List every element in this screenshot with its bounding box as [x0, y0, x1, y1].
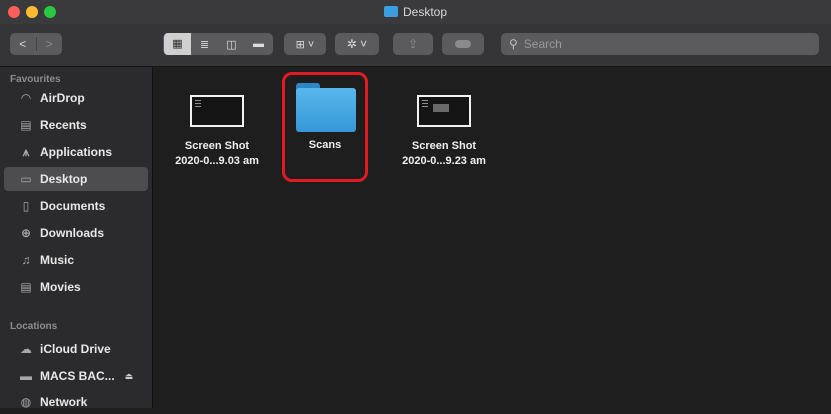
forward-button[interactable]: >	[35, 37, 63, 51]
group-by-button[interactable]: ⊞ ˅	[284, 33, 326, 55]
sidebar-item-label: Network	[40, 395, 88, 409]
folder-icon	[383, 6, 398, 17]
finder-window: Desktop < > ▦ ≣ ◫ ▬ ⊞ ˅ ✲ ˅ ⇪ ⚲ Search F…	[0, 0, 831, 409]
sidebar-heading-favourites: Favourites	[10, 74, 61, 85]
view-mode-control: ▦ ≣ ◫ ▬	[163, 33, 273, 55]
sidebar-item-label: AirDrop	[40, 91, 85, 105]
documents-icon: ▯	[22, 199, 30, 213]
recents-icon: ▤	[20, 118, 32, 132]
file-name: Scans	[308, 139, 342, 151]
file-browser: Screen Shot 2020-0...9.03 am Scans Scree…	[153, 67, 831, 408]
sidebar-item-label: iCloud Drive	[40, 342, 111, 356]
sidebar-item-airdrop[interactable]: ◠ AirDrop	[4, 86, 148, 110]
sidebar-item-icloud-drive[interactable]: ☁ iCloud Drive	[4, 337, 148, 361]
group-by-label: ⊞ ˅	[295, 38, 315, 51]
action-menu-button[interactable]: ✲ ˅	[335, 33, 379, 55]
share-icon: ⇪	[407, 37, 419, 51]
sidebar-item-applications[interactable]: ⩚ Applications	[4, 140, 148, 164]
file-name: Screen Shot 2020-0...9.23 am	[402, 140, 486, 167]
sidebar-item-label: Applications	[40, 145, 113, 159]
screenshot-thumbnail-icon	[190, 95, 244, 127]
eject-icon[interactable]: ⏏	[125, 371, 134, 382]
sidebar-item-label: MACS BAC...	[40, 369, 115, 383]
share-button[interactable]: ⇪	[393, 33, 433, 55]
back-button[interactable]: <	[10, 37, 36, 51]
sidebar-item-label: Downloads	[40, 226, 105, 240]
sidebar-item-label: Documents	[40, 199, 106, 213]
desktop-icon: ▭	[20, 172, 32, 186]
sidebar-item-documents[interactable]: ▯ Documents	[4, 194, 148, 218]
search-field[interactable]: ⚲	[501, 33, 819, 55]
sidebar-item-label: Recents	[40, 118, 87, 132]
airdrop-icon: ◠	[21, 91, 31, 105]
folder-icon	[296, 83, 356, 133]
downloads-icon: ⊕	[20, 226, 32, 240]
file-item-screenshot-1[interactable]: Screen Shot 2020-0...9.03 am	[156, 77, 278, 187]
sidebar-item-label: Desktop	[40, 172, 88, 186]
column-view-icon[interactable]: ◫	[218, 38, 245, 51]
music-icon: ♫	[21, 253, 31, 267]
sidebar-item-network[interactable]: ◍ Network	[4, 390, 148, 414]
icloud-icon: ☁	[20, 342, 32, 356]
sidebar-item-label: Music	[40, 253, 75, 267]
drive-icon: ▬	[20, 369, 32, 383]
search-icon: ⚲	[509, 37, 518, 51]
sidebar-item-downloads[interactable]: ⊕ Downloads	[4, 221, 148, 245]
search-input[interactable]	[521, 36, 806, 52]
tags-button[interactable]	[442, 33, 484, 55]
sidebar-item-label: Movies	[40, 280, 81, 294]
gallery-view-icon[interactable]: ▬	[245, 38, 272, 50]
window-title-text: Desktop	[402, 5, 448, 19]
icon-view-icon[interactable]: ▦	[164, 33, 191, 55]
sidebar-item-desktop[interactable]: ▭ Desktop	[4, 167, 148, 191]
applications-icon: ⩚	[22, 144, 30, 159]
back-forward-control: < >	[10, 33, 62, 55]
title-bar: Desktop	[0, 0, 831, 24]
sidebar-item-movies[interactable]: ▤ Movies	[4, 275, 148, 299]
list-view-icon[interactable]: ≣	[191, 38, 218, 51]
gear-icon: ✲ ˅	[346, 37, 368, 51]
sidebar-item-music[interactable]: ♫ Music	[4, 248, 148, 272]
window-title: Desktop	[0, 5, 831, 19]
sidebar-heading-locations: Locations	[10, 321, 58, 332]
screenshot-thumbnail-icon	[417, 95, 471, 127]
sidebar: Favourites ◠ AirDrop ▤ Recents ⩚ Applicatio…	[0, 67, 153, 409]
sidebar-item-macs-backup[interactable]: ▬ MACS BAC... ⏏	[4, 364, 148, 388]
movies-icon: ▤	[20, 280, 32, 294]
tag-icon	[455, 40, 471, 48]
file-item-screenshot-2[interactable]: Screen Shot 2020-0...9.23 am	[383, 77, 505, 187]
toolbar: < > ▦ ≣ ◫ ▬ ⊞ ˅ ✲ ˅ ⇪ ⚲	[0, 24, 831, 67]
sidebar-item-recents[interactable]: ▤ Recents	[4, 113, 148, 137]
file-name: Screen Shot 2020-0...9.03 am	[175, 140, 259, 167]
